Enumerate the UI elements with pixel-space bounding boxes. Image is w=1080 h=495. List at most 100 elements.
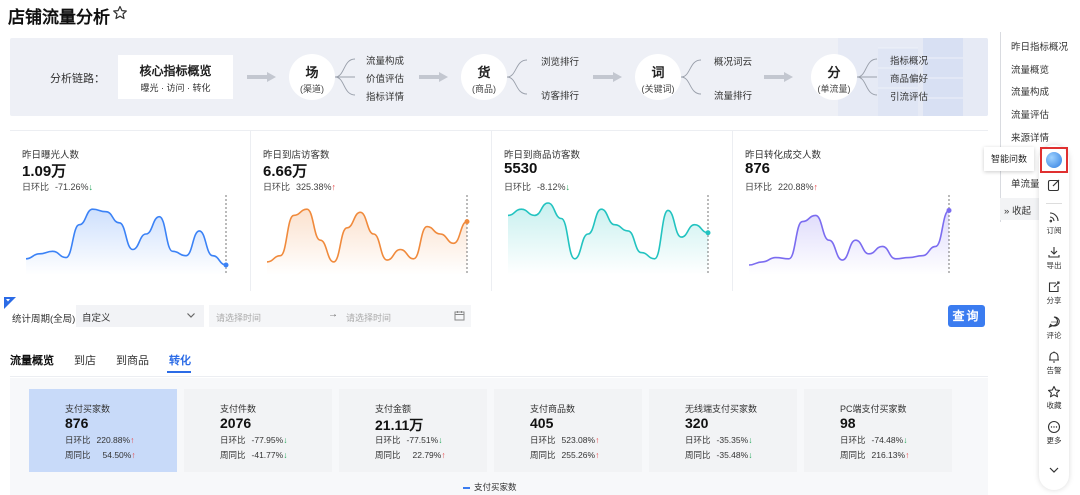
chain-link-item[interactable]: 概况词云 xyxy=(714,54,752,68)
kpi-change-value: -77.95% xyxy=(251,435,284,445)
rss-icon[interactable] xyxy=(1047,210,1061,224)
kpi-card[interactable]: 无线端支付买家数 320 日环比 -35.35%↓ 周同比 -35.48%↓ xyxy=(649,389,797,472)
kpi-change-label: 日环比 xyxy=(220,435,246,445)
tab-item[interactable]: 流量概览 xyxy=(10,352,54,368)
arrow-up-icon: ↑ xyxy=(813,182,819,192)
period-select[interactable]: 自定义 xyxy=(76,305,204,327)
change-label: 日环比 xyxy=(263,182,291,192)
end-date-input[interactable]: 请选择时间 xyxy=(346,311,391,324)
double-chevron-right-icon: » xyxy=(1004,206,1010,217)
kpi-value: 320 xyxy=(685,415,709,431)
chain-link-item[interactable]: 访客排行 xyxy=(541,88,579,102)
star-icon[interactable] xyxy=(1047,385,1061,399)
kpi-card[interactable]: 支付金额 21.11万 日环比 -77.51%↓ 周同比 22.79%↑ xyxy=(339,389,487,472)
trend-area xyxy=(749,210,949,275)
right-nav-item[interactable]: 流量评估 xyxy=(1011,107,1049,121)
branch-connector xyxy=(507,59,528,95)
metric-trend-chart[interactable] xyxy=(504,195,722,275)
right-nav-item[interactable]: 来源详情 xyxy=(1011,130,1049,144)
metric-trend-chart[interactable] xyxy=(745,195,963,275)
kpi-value: 876 xyxy=(65,415,89,431)
kpi-area: 支付买家数 876 日环比 220.88%↑ 周同比 54.50%↑ 支付件数 2076 日环比… xyxy=(10,378,988,495)
kpi-card[interactable]: 支付商品数 405 日环比 523.08%↑ 周同比 255.26%↑ xyxy=(494,389,642,472)
arrow-up-icon: ↑ xyxy=(905,450,910,460)
arrow-down-icon: ↓ xyxy=(283,450,288,460)
chain-link-item[interactable]: 价值评估 xyxy=(366,71,404,85)
change-label: 日环比 xyxy=(504,182,532,192)
chain-node-4[interactable]: 分 (单流量) xyxy=(811,54,857,100)
tab-item[interactable]: 转化 xyxy=(169,352,191,368)
metric-trend-chart[interactable] xyxy=(263,195,481,275)
kpi-change-label: 周同比 xyxy=(530,450,556,460)
chain-node-subtitle: (单流量) xyxy=(817,84,851,94)
chain-link-item[interactable]: 指标概况 xyxy=(890,53,928,67)
toolbar-label: 更多 xyxy=(1046,436,1062,445)
share-icon[interactable] xyxy=(1047,280,1061,294)
kpi-card[interactable]: 支付件数 2076 日环比 -77.95%↓ 周同比 -41.77%↓ xyxy=(184,389,332,472)
arrow-up-icon: ↑ xyxy=(131,450,136,460)
kpi-change-label: 日环比 xyxy=(685,435,711,445)
chain-link-item[interactable]: 引流评估 xyxy=(890,89,928,103)
chain-node-title: 货 xyxy=(477,65,491,80)
chain-link-item[interactable]: 流量构成 xyxy=(366,53,404,67)
active-tab-indicator xyxy=(167,371,191,373)
core-metrics-node[interactable]: 核心指标概览 曝光 · 访问 · 转化 xyxy=(118,55,233,99)
kpi-change-value: 255.26% xyxy=(561,450,596,460)
chain-arrow-icon xyxy=(419,72,448,82)
date-range-picker[interactable]: 请选择时间 → 请选择时间 xyxy=(209,305,471,327)
branch-connector xyxy=(857,58,878,96)
trend-area xyxy=(26,209,226,275)
chain-node-title: 词 xyxy=(651,65,665,80)
chain-node-1[interactable]: 场 (渠道) xyxy=(289,54,335,100)
query-button[interactable]: 查询 xyxy=(948,305,985,327)
last-point-dot xyxy=(705,230,711,236)
ai-assistant-icon[interactable] xyxy=(1046,152,1062,168)
toolbar-label: 订阅 xyxy=(1046,226,1062,235)
change-label: 日环比 xyxy=(745,182,773,192)
kpi-change-row: 周同比 -41.77%↓ xyxy=(220,449,287,461)
comment-icon[interactable] xyxy=(1047,315,1061,329)
kpi-card[interactable]: PC端支付买家数 98 日环比 -74.48%↓ 周同比 216.13%↑ xyxy=(804,389,952,472)
kpi-change-row: 周同比 54.50%↑ xyxy=(65,449,136,461)
chevron-down-icon[interactable] xyxy=(1047,463,1061,477)
metric-value: 1.09万 xyxy=(22,163,67,180)
toolbar-label: 收藏 xyxy=(1046,401,1062,410)
chain-link-item[interactable]: 指标详情 xyxy=(366,89,404,103)
tab-item[interactable]: 到商品 xyxy=(116,352,149,368)
bell-icon[interactable] xyxy=(1047,350,1061,364)
kpi-card[interactable]: 支付买家数 876 日环比 220.88%↑ 周同比 54.50%↑ xyxy=(29,389,177,472)
chain-link-item[interactable]: 商品偏好 xyxy=(890,71,928,85)
chain-link-item[interactable]: 流量排行 xyxy=(714,88,752,102)
chain-node-3[interactable]: 词 (关键词) xyxy=(635,54,681,100)
right-nav-item[interactable]: 昨日指标概况 xyxy=(1011,39,1068,53)
chain-node-title: 分 xyxy=(827,65,841,80)
tab-item[interactable]: 到店 xyxy=(74,352,96,368)
page-title: 店铺流量分析 xyxy=(8,8,110,27)
more-icon[interactable] xyxy=(1047,420,1061,434)
chain-link-item[interactable]: 浏览排行 xyxy=(541,54,579,68)
right-nav-item[interactable]: 流量构成 xyxy=(1011,84,1049,98)
toolbar-label: 告警 xyxy=(1046,366,1062,375)
kpi-change-value: 22.79% xyxy=(412,450,442,460)
start-date-input[interactable]: 请选择时间 xyxy=(216,311,261,324)
metric-trend-chart[interactable] xyxy=(22,195,240,275)
kpi-change-value: -35.48% xyxy=(716,450,749,460)
chevron-down-icon xyxy=(187,313,195,318)
tooltip: 智能问数 xyxy=(984,147,1034,171)
metric-label: 昨日曝光人数 xyxy=(22,150,80,161)
kpi-change-label: 日环比 xyxy=(530,435,556,445)
download-icon[interactable] xyxy=(1047,245,1061,259)
calendar-icon xyxy=(454,311,465,321)
metric-label: 昨日到店访客数 xyxy=(263,150,330,161)
star-icon[interactable] xyxy=(112,5,128,21)
kpi-value: 2076 xyxy=(220,415,252,431)
metric-cards: 昨日曝光人数 1.09万 日环比 -71.26%↓ 昨日到店访客数 6.66万 日环比 325… xyxy=(10,130,988,292)
kpi-change-row: 周同比 22.79%↑ xyxy=(375,449,446,461)
right-nav-item[interactable]: 流量概览 xyxy=(1011,62,1049,76)
kpi-change-value: -41.77% xyxy=(251,450,284,460)
edit-icon[interactable] xyxy=(1047,178,1061,192)
toolbar-label: 分享 xyxy=(1046,296,1062,305)
chain-node-2[interactable]: 货 (商品) xyxy=(461,54,507,100)
legend-label: 支付买家数 xyxy=(474,482,517,492)
kpi-change-row: 周同比 216.13%↑ xyxy=(840,449,909,461)
